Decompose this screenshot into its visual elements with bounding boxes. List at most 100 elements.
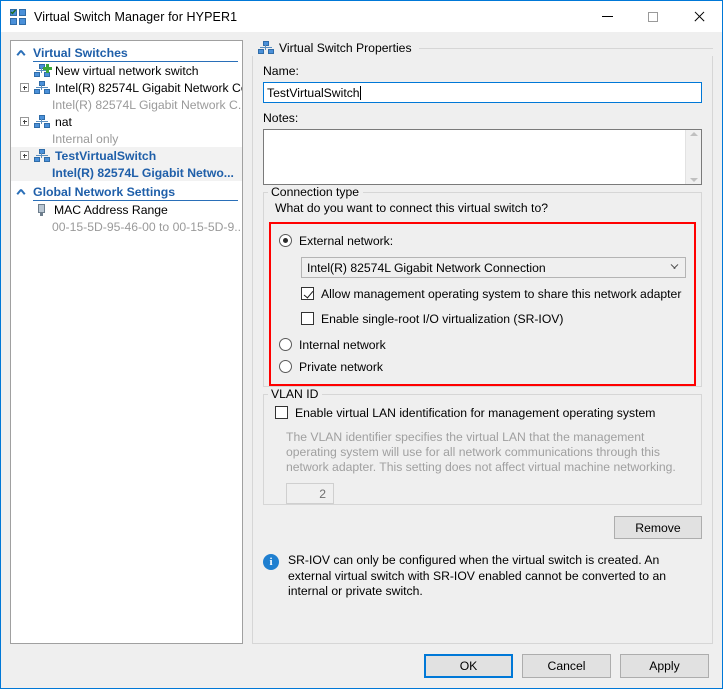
- enable-vlan-checkbox[interactable]: [275, 406, 288, 419]
- external-network-label: External network:: [299, 233, 394, 248]
- internal-network-radio-row[interactable]: Internal network: [279, 335, 686, 354]
- sidebar-item-sublabel: 00-15-5D-95-46-00 to 00-15-5D-9...: [52, 219, 243, 234]
- virtual-switch-manager-icon: [10, 8, 26, 25]
- sidebar-item-sublabel: Intel(R) 82574L Gigabit Network C...: [52, 97, 243, 112]
- text-caret: [359, 85, 361, 100]
- section-underline: [33, 61, 238, 62]
- properties-group-header: Virtual Switch Properties: [252, 40, 713, 56]
- sidebar-item-label: MAC Address Range: [54, 202, 168, 217]
- sidebar-subitem-nat: Internal only: [11, 130, 242, 147]
- navigation-tree[interactable]: Virtual Switches New virtual network swi…: [10, 40, 243, 644]
- tree-section-label: Virtual Switches: [33, 46, 128, 60]
- virtual-switch-icon: [34, 114, 50, 129]
- allow-management-os-checkbox[interactable]: [301, 287, 314, 300]
- private-network-radio[interactable]: [279, 360, 292, 373]
- sidebar-subitem-testvirtualswitch: Intel(R) 82574L Gigabit Netwo...: [11, 164, 242, 181]
- maximize-button[interactable]: [630, 1, 676, 32]
- connection-type-group: Connection type What do you want to conn…: [263, 185, 702, 387]
- enable-sriov-label: Enable single-root I/O virtualization (S…: [321, 311, 564, 326]
- chevron-up-icon: [16, 48, 27, 59]
- vlan-id-group: VLAN ID Enable virtual LAN identificatio…: [263, 387, 702, 505]
- network-adapter-value: Intel(R) 82574L Gigabit Network Connecti…: [307, 260, 546, 275]
- properties-group-title: Virtual Switch Properties: [279, 41, 412, 55]
- notes-textarea[interactable]: [263, 129, 702, 185]
- virtual-switch-icon: [258, 41, 274, 55]
- enable-sriov-checkbox-row[interactable]: Enable single-root I/O virtualization (S…: [301, 309, 686, 328]
- minimize-icon: [601, 16, 613, 17]
- notes-text[interactable]: [264, 130, 685, 184]
- remove-button[interactable]: Remove: [614, 516, 702, 539]
- name-label: Name:: [263, 64, 299, 78]
- title-bar: Virtual Switch Manager for HYPER1: [1, 1, 722, 32]
- sidebar-item-new-virtual-network-switch[interactable]: New virtual network switch: [11, 62, 242, 79]
- sidebar-item-label: nat: [55, 114, 72, 129]
- expand-icon[interactable]: [20, 151, 29, 160]
- private-network-label: Private network: [299, 359, 383, 374]
- sidebar-item-label: TestVirtualSwitch: [55, 148, 157, 163]
- sidebar-item-sublabel: Intel(R) 82574L Gigabit Netwo...: [52, 165, 234, 180]
- enable-vlan-checkbox-row[interactable]: Enable virtual LAN identification for ma…: [275, 403, 701, 422]
- window-title: Virtual Switch Manager for HYPER1: [34, 9, 238, 24]
- sriov-info-message: i SR-IOV can only be configured when the…: [263, 553, 702, 600]
- vlan-id-input[interactable]: 2: [286, 483, 334, 504]
- tree-section-label: Global Network Settings: [33, 185, 176, 199]
- mac-address-range-icon: [34, 203, 48, 217]
- sidebar-item-label: Intel(R) 82574L Gigabit Network Co...: [55, 80, 243, 95]
- ok-button[interactable]: OK: [424, 654, 513, 678]
- information-icon: i: [263, 554, 279, 570]
- dialog-footer: OK Cancel Apply: [1, 644, 722, 688]
- name-input-value: TestVirtualSwitch: [267, 85, 360, 100]
- remove-button-row: Remove: [263, 516, 702, 539]
- dialog-body: Virtual Switches New virtual network swi…: [1, 32, 722, 644]
- sidebar-subitem-mac-address-range: 00-15-5D-95-46-00 to 00-15-5D-9...: [11, 218, 242, 235]
- chevron-up-icon: [16, 187, 27, 198]
- cancel-button[interactable]: Cancel: [522, 654, 611, 678]
- scroll-up-arrow-icon[interactable]: [689, 132, 698, 136]
- sidebar-subitem-intel-82574l-switch: Intel(R) 82574L Gigabit Network C...: [11, 96, 242, 113]
- maximize-icon: [648, 11, 658, 22]
- sidebar-item-sublabel: Internal only: [52, 131, 119, 146]
- group-divider: [418, 47, 713, 49]
- sriov-info-text: SR-IOV can only be configured when the v…: [288, 553, 667, 598]
- properties-body: Name: TestVirtualSwitch Notes: Connectio…: [252, 56, 713, 644]
- allow-management-os-label: Allow management operating system to sha…: [321, 286, 682, 301]
- sidebar-item-intel-82574l-switch[interactable]: Intel(R) 82574L Gigabit Network Co...: [11, 79, 242, 96]
- connection-type-highlight-box: External network: Intel(R) 82574L Gigabi…: [269, 222, 696, 386]
- internal-network-label: Internal network: [299, 337, 386, 352]
- close-icon: [693, 11, 705, 23]
- expand-icon[interactable]: [20, 83, 29, 92]
- connection-type-legend: Connection type: [271, 185, 360, 199]
- virtual-switch-manager-dialog: Virtual Switch Manager for HYPER1 Virtua…: [0, 0, 723, 689]
- sidebar-item-testvirtualswitch[interactable]: TestVirtualSwitch: [11, 147, 242, 164]
- expand-icon[interactable]: [20, 117, 29, 126]
- tree-section-global-network-settings[interactable]: Global Network Settings: [11, 183, 242, 201]
- apply-button[interactable]: Apply: [620, 654, 709, 678]
- notes-scrollbar[interactable]: [685, 130, 701, 184]
- external-network-radio-row[interactable]: External network:: [279, 231, 686, 250]
- virtual-switch-icon: [34, 80, 50, 95]
- chevron-down-icon[interactable]: [663, 263, 685, 272]
- notes-label: Notes:: [263, 111, 299, 125]
- vlan-description: The VLAN identifier specifies the virtua…: [286, 430, 676, 474]
- sidebar-item-mac-address-range[interactable]: MAC Address Range: [11, 201, 242, 218]
- internal-network-radio[interactable]: [279, 338, 292, 351]
- section-underline: [33, 200, 238, 201]
- close-button[interactable]: [676, 1, 722, 32]
- private-network-radio-row[interactable]: Private network: [279, 357, 686, 376]
- vlan-id-legend: VLAN ID: [271, 387, 319, 401]
- vlan-id-value: 2: [319, 486, 326, 501]
- external-network-radio[interactable]: [279, 234, 292, 247]
- tree-section-virtual-switches[interactable]: Virtual Switches: [11, 44, 242, 62]
- sidebar-item-nat[interactable]: nat: [11, 113, 242, 130]
- name-input[interactable]: TestVirtualSwitch: [263, 82, 702, 103]
- caption-buttons: [584, 1, 722, 32]
- network-adapter-dropdown[interactable]: Intel(R) 82574L Gigabit Network Connecti…: [301, 257, 686, 278]
- new-virtual-switch-icon: [34, 63, 52, 78]
- allow-management-os-checkbox-row[interactable]: Allow management operating system to sha…: [301, 284, 686, 303]
- scroll-down-arrow-icon[interactable]: [689, 178, 698, 182]
- sidebar-item-label: New virtual network switch: [55, 63, 199, 78]
- virtual-switch-icon: [34, 148, 50, 163]
- virtual-switch-properties-pane: Virtual Switch Properties Name: TestVirt…: [252, 40, 713, 644]
- enable-sriov-checkbox[interactable]: [301, 312, 314, 325]
- minimize-button[interactable]: [584, 1, 630, 32]
